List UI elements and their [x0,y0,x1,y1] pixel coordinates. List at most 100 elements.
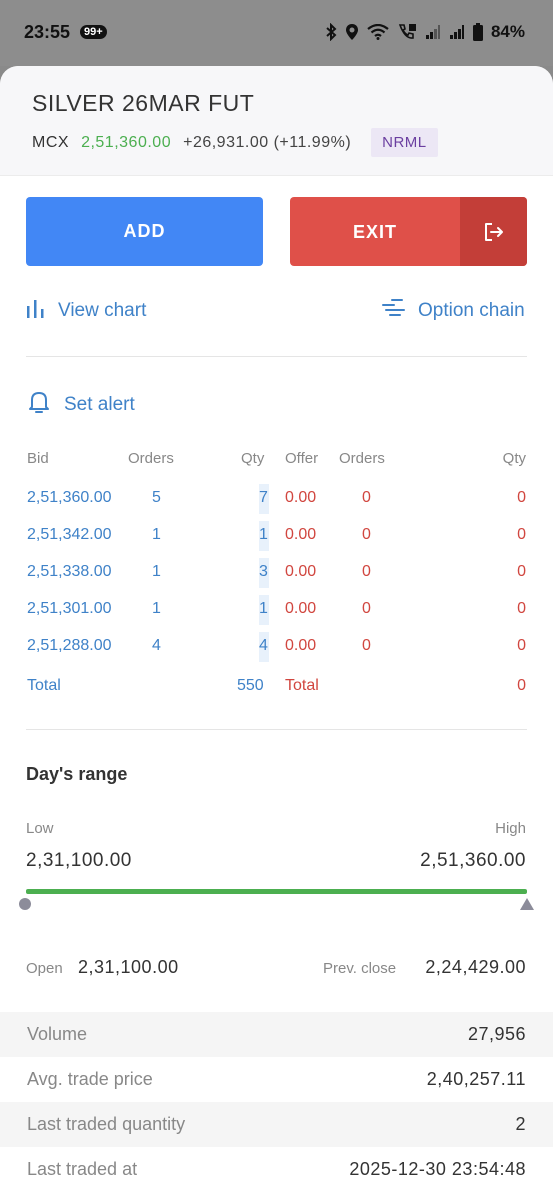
bid-price: 2,51,338.00 [27,563,112,580]
volte-call-icon [397,23,417,41]
exit-button[interactable]: EXIT [290,197,527,266]
section-divider [26,729,527,730]
last-traded-price: 2,51,360.00 [81,133,172,151]
bid-qty: 7 [259,489,268,506]
bid-orders: 1 [152,526,161,543]
wifi-icon [367,24,389,40]
section-divider [26,356,527,357]
add-button-label: ADD [123,221,166,241]
stat-row-last-traded-at: Last traded at 2025-12-30 23:54:48 [0,1147,553,1192]
offer-qty: 0 [517,526,526,543]
offer-header: Offer [285,450,319,467]
offer-price: 0.00 [285,489,317,506]
instrument-sheet: SILVER 26MAR FUT MCX 2,51,360.00 +26,931… [0,66,553,1200]
offer-qty: 0 [517,563,526,580]
offer-orders: 0 [362,600,371,617]
offer-qty: 0 [517,489,526,506]
bid-orders-header: Orders [128,450,174,467]
stat-label: Avg. trade price [27,1069,153,1089]
set-alert-link[interactable]: Set alert [26,389,135,421]
view-chart-label: View chart [58,300,147,321]
stat-row-last-qty: Last traded quantity 2 [0,1102,553,1147]
status-bar: 23:55 99+ 84% [0,0,553,66]
bid-qty: 4 [259,637,268,654]
offer-price: 0.00 [285,563,317,580]
set-alert-label: Set alert [64,394,135,415]
stat-label: Last traded at [27,1159,138,1179]
high-label: High [495,820,526,837]
bid-orders: 1 [152,600,161,617]
open-marker-icon [18,897,32,916]
location-icon [345,23,359,41]
instrument-quote: MCX 2,51,360.00 +26,931.00 (+11.99%) NRM… [32,128,438,157]
bid-qty: 1 [259,600,268,617]
ltp-marker-icon [519,897,535,916]
range-bar [26,889,527,894]
open-label: Open [26,960,63,977]
exit-button-label: EXIT [352,222,397,242]
bid-price: 2,51,301.00 [27,600,112,617]
offer-orders: 0 [362,637,371,654]
signal-icon-2 [449,24,465,40]
bluetooth-icon [325,23,337,41]
signal-icon-1 [425,24,441,40]
prev-close-value: 2,24,429.00 [425,957,526,977]
bid-orders: 1 [152,563,161,580]
offer-price: 0.00 [285,637,317,654]
product-badge: NRML [371,128,438,157]
stat-row-avg-price: Avg. trade price 2,40,257.11 [0,1057,553,1102]
prev-close-label: Prev. close [323,960,397,977]
offer-orders: 0 [362,489,371,506]
offer-price: 0.00 [285,526,317,543]
offer-total: 0 [517,677,526,694]
offer-qty: 0 [517,600,526,617]
bell-icon [26,389,52,421]
stat-value: 27,956 [467,1024,526,1044]
battery-icon [472,23,483,41]
battery-percent: 84% [490,22,525,41]
days-range-title: Day's range [26,764,128,784]
option-chain-link[interactable]: Option chain [382,298,525,324]
status-time: 23:55 [24,22,71,42]
bid-qty-header: Qty [241,450,265,467]
status-icons: 84% [325,22,525,42]
day-low-value: 2,31,100.00 [26,850,132,871]
bid-qty: 1 [259,526,268,543]
offer-qty: 0 [517,637,526,654]
instrument-name: SILVER 26MAR FUT [32,90,255,116]
stat-label: Last traded quantity [27,1114,186,1134]
option-chain-label: Option chain [418,300,525,321]
notification-badge: 99+ [80,25,107,39]
stat-value: 2025-12-30 23:54:48 [349,1159,526,1179]
add-button[interactable]: ADD [26,197,263,266]
bar-chart-icon [26,298,46,324]
offer-orders: 0 [362,526,371,543]
low-label: Low [26,820,54,837]
offer-total-label: Total [285,677,319,694]
stat-row-volume: Volume 27,956 [0,1012,553,1057]
stat-label: Volume [27,1024,88,1044]
bid-price: 2,51,342.00 [27,526,112,543]
stat-value: 2 [515,1114,526,1134]
offer-orders-header: Orders [339,450,385,467]
bid-price: 2,51,288.00 [27,637,112,654]
stat-value: 2,40,257.11 [426,1069,526,1089]
bid-total-label: Total [27,677,61,694]
offer-orders: 0 [362,563,371,580]
exchange-label: MCX [32,133,70,151]
bid-qty: 3 [259,563,268,580]
bid-price: 2,51,360.00 [27,489,112,506]
sheet-header: SILVER 26MAR FUT MCX 2,51,360.00 +26,931… [0,66,553,176]
exit-icon [460,197,527,266]
offer-price: 0.00 [285,600,317,617]
bid-header: Bid [27,450,49,467]
open-value: 2,31,100.00 [78,957,179,977]
bid-orders: 5 [152,489,161,506]
option-chain-icon [382,298,406,324]
bid-orders: 4 [152,637,161,654]
offer-qty-header: Qty [502,450,526,467]
view-chart-link[interactable]: View chart [26,298,146,324]
price-change: +26,931.00 (+11.99%) [183,133,352,151]
day-high-value: 2,51,360.00 [420,850,526,871]
bid-total: 550 [237,677,264,694]
